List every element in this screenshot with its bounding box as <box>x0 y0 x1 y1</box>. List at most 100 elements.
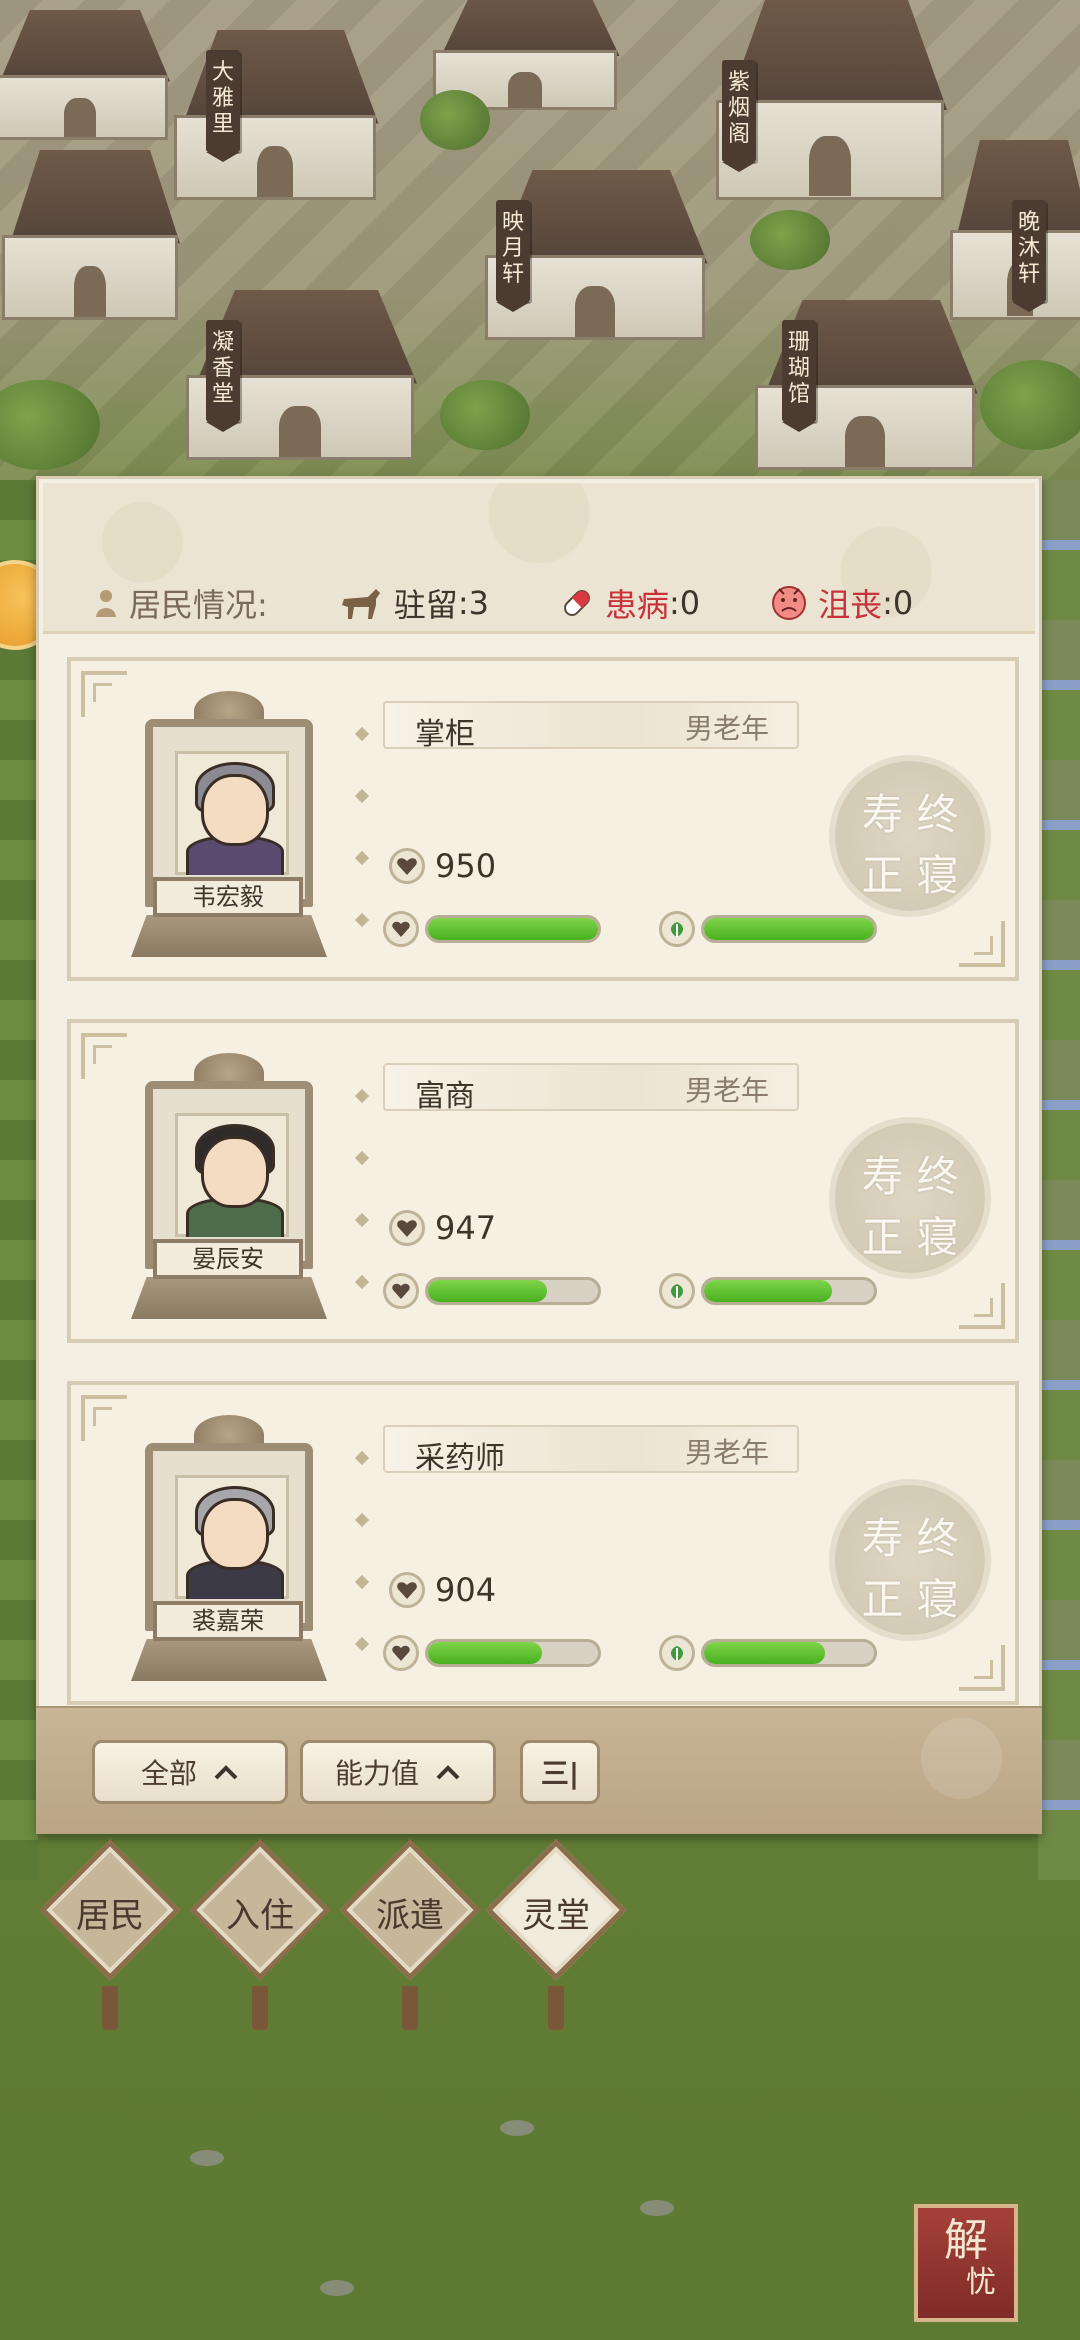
jieyou-char: 解 <box>944 2215 988 2266</box>
leaf-icon <box>659 1273 695 1309</box>
town-map[interactable]: 大雅里 紫烟阁 映月轩 晚沐轩 凝香堂 珊瑚馆 <box>0 0 1080 480</box>
sick-label: 患病 <box>604 586 669 624</box>
resident-name: 晏辰安 <box>153 1239 303 1279</box>
tab-residents[interactable]: 居民 <box>39 1839 181 2040</box>
heart-icon <box>383 911 419 947</box>
tab-move-in[interactable]: 入住 <box>189 1839 331 2040</box>
ability-number: 904 <box>435 1571 497 1609</box>
filter-all-dropdown[interactable]: 全部 <box>92 1740 288 1804</box>
stamp-char: 终 <box>916 1514 959 1563</box>
jieyou-button[interactable]: 解 忧 <box>914 2204 1018 2322</box>
role-tag: 富商 男老年 <box>383 1063 799 1114</box>
stamp-char: 正 <box>861 851 904 900</box>
shop-sign[interactable]: 珊瑚馆 <box>782 320 816 432</box>
house[interactable] <box>0 10 180 140</box>
rock <box>190 2150 224 2166</box>
tab-label: 灵堂 <box>522 1896 590 1936</box>
sort-icon: 三| <box>540 1757 580 1790</box>
resident-portrait[interactable]: 裘嘉荣 <box>131 1415 327 1685</box>
filter-all-label: 全部 <box>140 1757 197 1790</box>
leaf-icon <box>659 1635 695 1671</box>
sad-face-icon <box>772 586 807 620</box>
resident-card[interactable]: 韦宏毅 掌柜 男老年 950 寿 终 正 寝 <box>67 657 1019 981</box>
mood-bar-row <box>659 1271 877 1311</box>
rock <box>640 2200 674 2216</box>
tree <box>420 90 490 150</box>
sad-value: :0 <box>882 584 914 622</box>
tree <box>0 380 100 470</box>
stamp-char: 终 <box>916 1152 959 1201</box>
shop-sign[interactable]: 大雅里 <box>206 50 240 162</box>
leaf-icon <box>659 911 695 947</box>
resident-age-gender: 男老年 <box>684 712 769 745</box>
tab-dispatch[interactable]: 派遣 <box>339 1839 481 2040</box>
filter-ability-dropdown[interactable]: 能力值 <box>300 1740 496 1804</box>
mood-bar <box>701 915 877 943</box>
passed-away-stamp: 寿 终 正 寝 <box>835 761 985 911</box>
shop-sign[interactable]: 晚沐轩 <box>1012 200 1046 312</box>
tab-memorial-hall[interactable]: 灵堂 <box>485 1839 627 2040</box>
shop-sign[interactable]: 映月轩 <box>496 200 530 312</box>
tab-label: 居民 <box>76 1896 144 1936</box>
house[interactable] <box>0 150 190 320</box>
ability-icon <box>389 848 425 884</box>
resident-card[interactable]: 裘嘉荣 采药师 男老年 904 寿 终 正 寝 <box>67 1381 1019 1705</box>
stamp-char: 寿 <box>861 1514 904 1563</box>
resident-role: 富商 <box>415 1079 475 1114</box>
ability-number: 950 <box>435 847 497 885</box>
tab-label: 派遣 <box>376 1896 444 1936</box>
health-bar <box>425 1639 601 1667</box>
sort-toggle-button[interactable]: 三| <box>520 1740 600 1804</box>
house[interactable] <box>160 30 390 200</box>
ability-value: 950 <box>389 843 496 889</box>
sad-label: 沮丧 <box>818 586 883 624</box>
shop-sign[interactable]: 凝香堂 <box>206 320 240 432</box>
person-icon <box>96 590 116 617</box>
resident-age-gender: 男老年 <box>684 1074 769 1107</box>
resident-card[interactable]: 晏辰安 富商 男老年 947 寿 终 正 寝 <box>67 1019 1019 1343</box>
residents-summary: 居民情况: 驻留 :3 患病 :0 沮丧:0 <box>43 483 1035 634</box>
residents-status-label: 居民情况: <box>129 586 268 624</box>
rock <box>320 2280 354 2296</box>
heart-icon <box>383 1273 419 1309</box>
mood-bar <box>701 1277 877 1305</box>
role-tag: 掌柜 男老年 <box>383 701 799 752</box>
horse-icon <box>341 589 380 619</box>
tree <box>980 360 1080 450</box>
ability-icon <box>389 1572 425 1608</box>
resident-list[interactable]: 韦宏毅 掌柜 男老年 950 寿 终 正 寝 晏辰安 富商 男老年 947 寿 … <box>67 657 1019 1773</box>
stay-count: 驻留 :3 <box>338 580 489 626</box>
health-bar-row <box>383 1633 601 1673</box>
mood-bar-row <box>659 909 877 949</box>
tree <box>750 210 830 270</box>
stamp-char: 寿 <box>861 1152 904 1201</box>
left-scenery <box>0 480 38 1880</box>
mood-bar-row <box>659 1633 877 1673</box>
resident-portrait[interactable]: 晏辰安 <box>131 1053 327 1323</box>
shop-sign[interactable]: 紫烟阁 <box>722 60 756 172</box>
chevron-up-icon <box>436 1765 460 1780</box>
chevron-up-icon <box>214 1765 238 1780</box>
health-bar-row <box>383 1271 601 1311</box>
resident-portrait[interactable]: 韦宏毅 <box>131 691 327 961</box>
mood-bar <box>701 1639 877 1667</box>
stamp-char: 正 <box>861 1575 904 1624</box>
filter-ability-label: 能力值 <box>334 1757 419 1790</box>
sick-count: 患病 :0 <box>559 580 700 626</box>
residents-status: 居民情况: <box>93 580 268 626</box>
jieyou-char: 忧 <box>966 2265 996 2300</box>
rock <box>500 2120 534 2136</box>
ability-icon <box>389 1210 425 1246</box>
resident-role: 掌柜 <box>415 717 475 752</box>
house[interactable] <box>940 140 1080 320</box>
stay-value: :3 <box>457 584 489 622</box>
stamp-char: 寝 <box>916 1575 959 1624</box>
ability-value: 904 <box>389 1567 496 1613</box>
tab-label: 入住 <box>226 1896 294 1936</box>
house[interactable] <box>740 300 990 470</box>
stamp-char: 寝 <box>916 1213 959 1262</box>
tree <box>440 380 530 450</box>
pill-icon <box>564 590 590 616</box>
role-tag: 采药师 男老年 <box>383 1425 799 1476</box>
ability-number: 947 <box>435 1209 497 1247</box>
